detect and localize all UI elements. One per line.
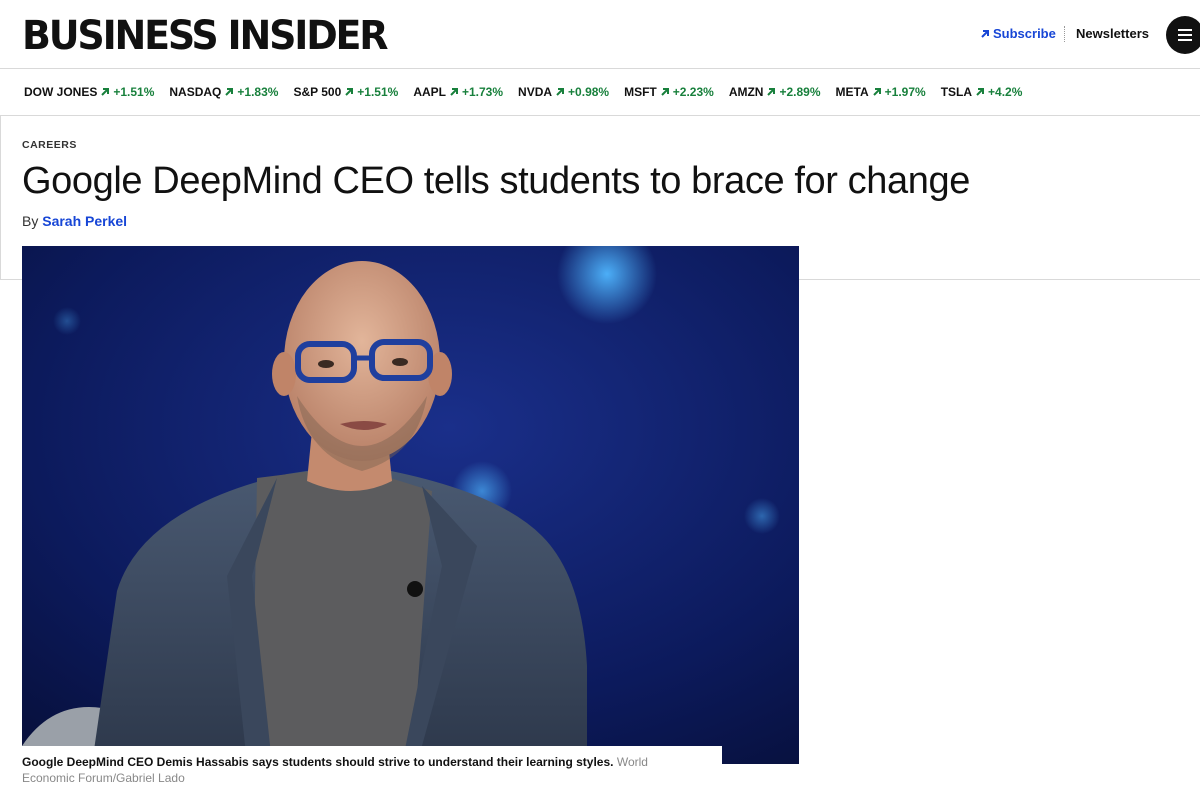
ticker-change: +1.51% bbox=[357, 85, 399, 99]
ticker-change: +1.83% bbox=[237, 85, 279, 99]
ticker-symbol: AMZN bbox=[728, 85, 764, 99]
hero-photo bbox=[22, 246, 799, 764]
trend-up-icon bbox=[872, 88, 881, 96]
ticker-item[interactable]: S&P 500 +1.51% bbox=[293, 85, 398, 99]
ticker-item[interactable]: NASDAQ +1.83% bbox=[169, 85, 278, 99]
article-category[interactable]: CAREERS bbox=[22, 139, 77, 151]
subscribe-link[interactable]: Subscribe bbox=[980, 26, 1056, 41]
menu-icon-bar bbox=[1178, 29, 1192, 31]
byline-prefix: By bbox=[22, 213, 39, 229]
ticker-item[interactable]: TSLA +4.2% bbox=[941, 85, 1023, 99]
trend-up-icon bbox=[976, 88, 985, 96]
trend-up-icon bbox=[450, 88, 458, 96]
menu-icon-bar bbox=[1178, 39, 1192, 41]
ticker-change: +1.51% bbox=[113, 85, 155, 99]
menu-icon-bar bbox=[1178, 34, 1192, 36]
ticker-change: +4.2% bbox=[988, 85, 1023, 99]
ticker-item[interactable]: DOW JONES +1.51% bbox=[24, 85, 154, 99]
ticker-item[interactable]: MSFT +2.23% bbox=[624, 85, 714, 99]
hero-photo-illustration bbox=[22, 246, 799, 764]
ticker-change: +1.73% bbox=[461, 85, 504, 99]
ticker-change: +1.97% bbox=[884, 85, 926, 99]
ticker-item[interactable]: AAPL +1.73% bbox=[413, 85, 503, 99]
byline: By Sarah Perkel bbox=[22, 213, 127, 229]
trend-up-icon bbox=[661, 88, 669, 96]
trend-up-icon bbox=[345, 88, 354, 96]
caption-text: Google DeepMind CEO Demis Hassabis says … bbox=[22, 755, 614, 769]
trend-up-icon bbox=[101, 88, 110, 96]
ticker-change: +0.98% bbox=[568, 85, 610, 99]
ticker-symbol: TSLA bbox=[940, 85, 973, 99]
ticker-item[interactable]: NVDA +0.98% bbox=[518, 85, 609, 99]
ticker-symbol: AAPL bbox=[413, 85, 446, 99]
subscribe-label: Subscribe bbox=[993, 26, 1056, 41]
trend-up-icon bbox=[767, 88, 776, 96]
ticker-symbol: S&P 500 bbox=[293, 85, 342, 99]
site-header: BUSINESS INSIDER Subscribe Newsletters bbox=[0, 0, 1200, 68]
trend-up-icon bbox=[556, 88, 565, 96]
arrow-up-right-icon bbox=[981, 29, 989, 38]
ticker-item[interactable]: AMZN +2.89% bbox=[729, 85, 821, 99]
market-ticker-bar: DOW JONES +1.51% NASDAQ +1.83% S&P 500 +… bbox=[0, 68, 1200, 116]
ticker-symbol: DOW JONES bbox=[24, 85, 98, 99]
trend-up-icon bbox=[225, 88, 234, 96]
ticker-symbol: MSFT bbox=[624, 85, 657, 99]
menu-button[interactable] bbox=[1166, 16, 1200, 54]
author-link[interactable]: Sarah Perkel bbox=[42, 213, 127, 229]
ticker-symbol: META bbox=[835, 85, 869, 99]
article-headline: Google DeepMind CEO tells students to br… bbox=[22, 160, 970, 202]
site-logo[interactable]: BUSINESS INSIDER bbox=[22, 12, 389, 59]
ticker-change: +2.23% bbox=[672, 85, 714, 99]
ticker-symbol: NASDAQ bbox=[169, 85, 222, 99]
newsletters-link[interactable]: Newsletters bbox=[1076, 26, 1149, 41]
photo-caption: Google DeepMind CEO Demis Hassabis says … bbox=[22, 754, 702, 786]
ticker-change: +2.89% bbox=[779, 85, 821, 99]
header-divider bbox=[1064, 26, 1065, 42]
ticker-item[interactable]: META +1.97% bbox=[836, 85, 926, 99]
ticker-symbol: NVDA bbox=[518, 85, 553, 99]
